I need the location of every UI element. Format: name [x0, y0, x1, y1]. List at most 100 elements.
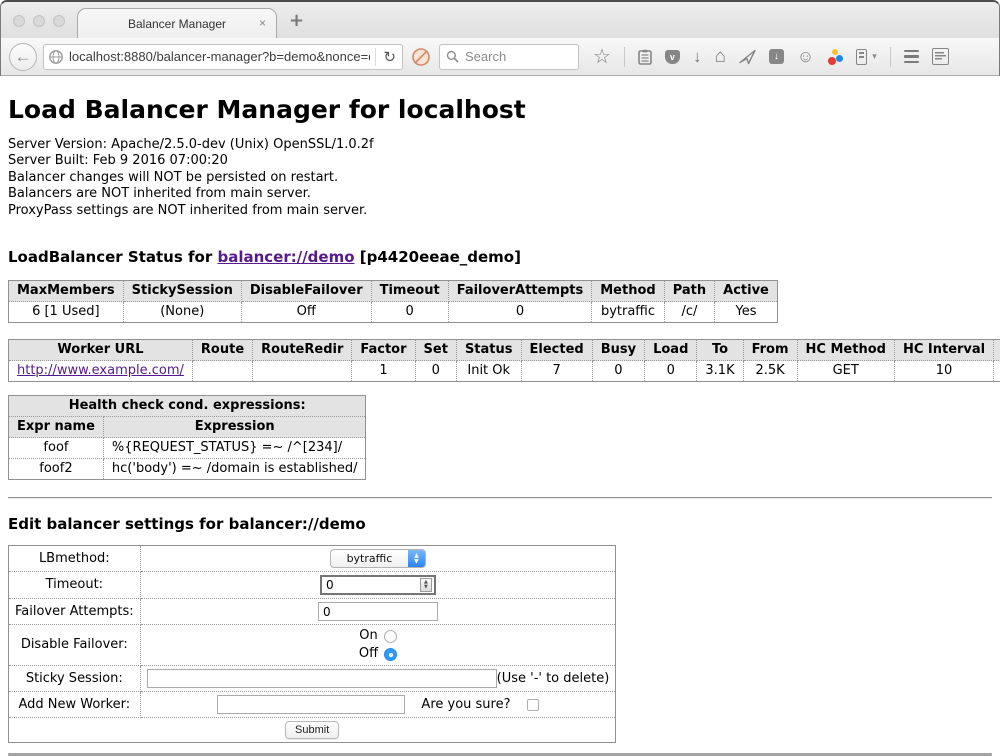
sticky-session-label: Sticky Session:: [9, 666, 141, 692]
col-path: Path: [664, 281, 714, 302]
server-info: Server Version: Apache/2.5.0-dev (Unix) …: [8, 137, 992, 219]
sticky-session-hint: (Use '-' to delete): [497, 671, 610, 687]
reload-icon[interactable]: ↻: [381, 48, 398, 66]
toolbar-divider: [624, 47, 625, 67]
radio-off[interactable]: [384, 648, 397, 661]
window-controls[interactable]: [13, 15, 65, 27]
minimize-window-button[interactable]: [33, 15, 45, 27]
section-divider: [8, 497, 992, 499]
confirm-checkbox[interactable]: [527, 699, 539, 711]
timeout-row: Timeout: 0 ▲▼: [9, 572, 616, 599]
pocket-icon[interactable]: v: [665, 50, 680, 64]
col-expression: Expression: [103, 417, 366, 438]
lbmethod-label: LBmethod:: [9, 546, 141, 572]
table-row: http://www.example.com/ 1 0 Init Ok 7 0 …: [9, 361, 1000, 382]
failover-attempts-row: Failover Attempts:: [9, 599, 616, 625]
server-info-line: Balancers are NOT inherited from main se…: [8, 186, 992, 202]
edit-balancer-form: LBmethod: bytraffic ▲▼ Timeout: 0 ▲▼ Fai…: [8, 545, 616, 743]
col-maxmembers: MaxMembers: [9, 281, 124, 302]
worker-url-link[interactable]: http://www.example.com/: [17, 363, 184, 378]
balancer-status-table: MaxMembers StickySession DisableFailover…: [8, 280, 778, 323]
close-window-button[interactable]: [13, 15, 25, 27]
url-bar[interactable]: localhost:8880/balancer-manager?b=demo&n…: [43, 44, 403, 70]
search-placeholder: Search: [465, 49, 506, 64]
edit-settings-heading: Edit balancer settings for balancer://de…: [8, 515, 992, 533]
browser-window: Balancer Manager × + ← localhost:8880/ba…: [0, 0, 1000, 76]
screengrab-extension-icon[interactable]: [932, 48, 949, 65]
submit-button[interactable]: Submit: [285, 721, 339, 739]
search-box[interactable]: Search: [439, 44, 579, 70]
table-title-row: Health check cond. expressions:: [9, 396, 366, 417]
status-heading-suffix: [p4420eeae_demo]: [355, 248, 521, 266]
col-worker-url: Worker URL: [9, 340, 193, 361]
url-text[interactable]: localhost:8880/balancer-manager?b=demo&n…: [69, 49, 370, 64]
lbmethod-select[interactable]: bytraffic ▲▼: [330, 549, 426, 568]
col-expr-name: Expr name: [9, 417, 104, 438]
radio-on[interactable]: [384, 630, 397, 643]
sticky-session-input[interactable]: [147, 669, 497, 688]
tab-bar: Balancer Manager × +: [1, 2, 999, 38]
server-info-line: Balancer changes will NOT be persisted o…: [8, 170, 992, 186]
home-icon[interactable]: ⌂: [714, 47, 725, 66]
col-disablefailover: DisableFailover: [241, 281, 371, 302]
bookmark-star-icon[interactable]: ☆: [593, 47, 611, 67]
table-header-row: Expr name Expression: [9, 417, 366, 438]
table-row: foof %{REQUEST_STATUS} =~ /^[234]/: [9, 438, 366, 459]
balancer-manager-page: Load Balancer Manager for localhost Serv…: [0, 95, 1000, 756]
table-header-row: MaxMembers StickySession DisableFailover…: [9, 281, 778, 302]
search-icon: [446, 50, 459, 63]
status-heading: LoadBalancer Status for balancer://demo …: [8, 248, 992, 266]
menu-icon[interactable]: [904, 50, 919, 64]
battery-extension-icon[interactable]: [856, 49, 867, 65]
col-active: Active: [715, 281, 778, 302]
save-page-icon[interactable]: ↓: [769, 49, 784, 64]
blocker-icon[interactable]: [411, 47, 431, 67]
tab-title: Balancer Manager: [128, 17, 226, 31]
colored-dots-extension-icon[interactable]: [827, 49, 843, 65]
clipboard-icon[interactable]: [638, 49, 652, 65]
col-method: Method: [592, 281, 664, 302]
add-worker-label: Add New Worker:: [9, 692, 141, 718]
zoom-window-button[interactable]: [53, 15, 65, 27]
page-title: Load Balancer Manager for localhost: [8, 95, 992, 124]
sticky-session-row: Sticky Session: (Use '-' to delete): [9, 666, 616, 692]
tab-close-icon[interactable]: ×: [259, 16, 266, 30]
radio-on-label: On: [359, 628, 377, 644]
server-info-line: Server Version: Apache/2.5.0-dev (Unix) …: [8, 137, 992, 153]
col-stickysession: StickySession: [123, 281, 241, 302]
failover-attempts-input[interactable]: [318, 602, 438, 621]
globe-icon: [48, 49, 64, 65]
confirm-label: Are you sure?: [421, 697, 510, 713]
navigation-toolbar: ← localhost:8880/balancer-manager?b=demo…: [1, 38, 999, 76]
server-info-line: Server Built: Feb 9 2016 07:00:20: [8, 153, 992, 169]
server-info-line: ProxyPass settings are NOT inherited fro…: [8, 203, 992, 219]
table-header-row: Worker URL Route RouteRedir Factor Set S…: [9, 340, 1000, 361]
tab-balancer-manager[interactable]: Balancer Manager ×: [77, 8, 277, 38]
timeout-input[interactable]: 0 ▲▼: [320, 575, 436, 595]
chevron-down-icon[interactable]: ▾: [872, 51, 877, 62]
col-timeout: Timeout: [371, 281, 448, 302]
lbmethod-row: LBmethod: bytraffic ▲▼: [9, 546, 616, 572]
back-button[interactable]: ←: [9, 43, 37, 71]
new-tab-button[interactable]: +: [289, 10, 304, 31]
add-worker-row: Add New Worker: Are you sure?: [9, 692, 616, 718]
lbmethod-selected-value: bytraffic: [331, 550, 408, 567]
balancer-link[interactable]: balancer://demo: [217, 248, 354, 266]
downloads-icon[interactable]: ↓: [693, 48, 702, 65]
disable-failover-label: Disable Failover:: [9, 625, 141, 666]
toolbar-divider: [890, 47, 891, 67]
worker-status-table: Worker URL Route RouteRedir Factor Set S…: [8, 339, 1000, 382]
radio-off-label: Off: [359, 646, 378, 662]
feedback-smiley-icon[interactable]: ☺: [797, 48, 814, 65]
number-spinner-icon[interactable]: ▲▼: [420, 578, 432, 592]
col-failoverattempts: FailoverAttempts: [448, 281, 592, 302]
timeout-label: Timeout:: [9, 572, 141, 599]
health-check-table: Health check cond. expressions: Expr nam…: [8, 395, 366, 480]
select-stepper-icon: ▲▼: [408, 550, 425, 567]
submit-row: Submit: [9, 718, 616, 743]
add-worker-input[interactable]: [217, 695, 405, 714]
timeout-value: 0: [326, 577, 334, 593]
table-row: foof2 hc('body') =~ /domain is establish…: [9, 459, 366, 480]
send-tab-icon[interactable]: [739, 49, 756, 65]
failover-attempts-label: Failover Attempts:: [9, 599, 141, 625]
